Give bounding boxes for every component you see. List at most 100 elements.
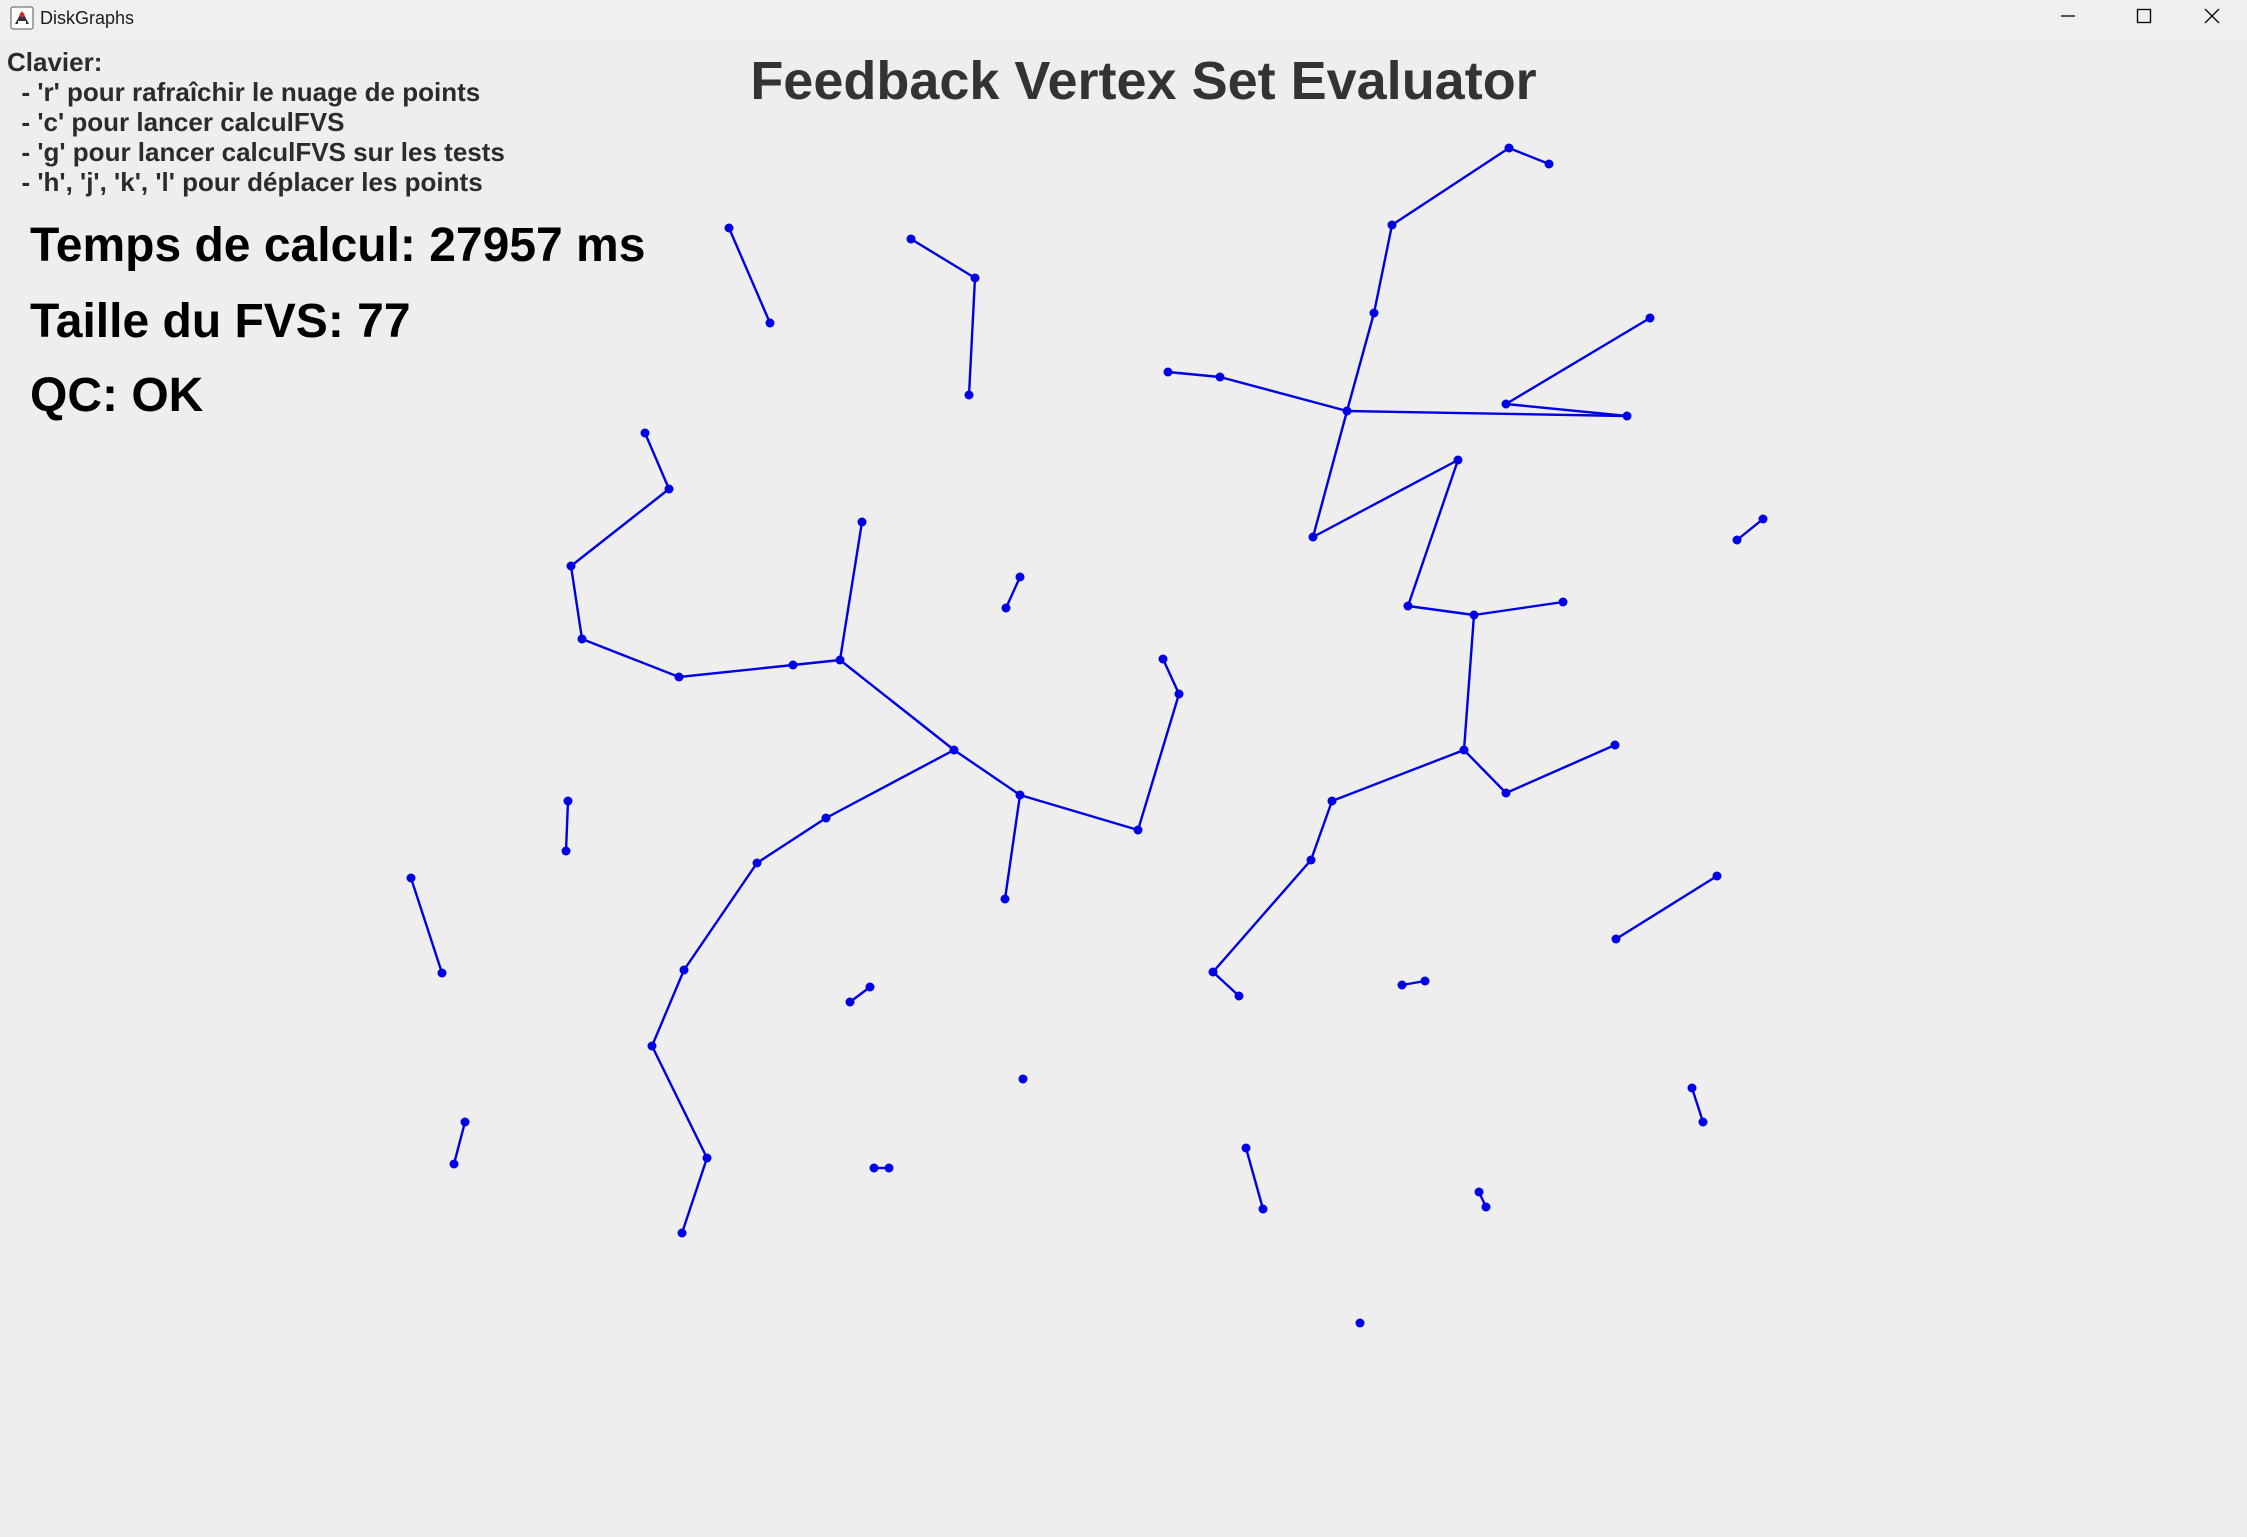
- graph-vertex: [563, 796, 573, 806]
- graph-vertex: [835, 655, 845, 665]
- graph-vertex: [449, 1159, 459, 1169]
- graph-vertex: [752, 858, 762, 868]
- graph-edge: [910, 237, 976, 280]
- graph-edge: [825, 748, 955, 820]
- window-title: DiskGraphs: [40, 8, 135, 28]
- graph-edge: [792, 658, 841, 667]
- graph-vertex: [1459, 745, 1469, 755]
- graph-vertex: [865, 982, 875, 992]
- maximize-button[interactable]: [2110, 0, 2178, 37]
- graph-edge: [1372, 224, 1394, 314]
- graph-vertex: [1469, 610, 1479, 620]
- graph-vertex: [884, 1163, 894, 1173]
- graph-vertex: [1622, 411, 1632, 421]
- graph-vertex: [1133, 825, 1143, 835]
- graph-edge: [1615, 874, 1718, 941]
- graph-vertex: [1758, 514, 1768, 524]
- graph-edge: [1505, 743, 1616, 795]
- graph-vertex: [970, 273, 980, 283]
- minimize-button[interactable]: [2034, 0, 2102, 37]
- graph-vertex: [1732, 535, 1742, 545]
- graph-vertex: [1327, 796, 1337, 806]
- graph-vertex: [857, 517, 867, 527]
- graph-edge: [839, 659, 955, 751]
- graph-vertex: [1611, 934, 1621, 944]
- graph-vertex: [1208, 967, 1218, 977]
- graph-edge: [678, 663, 794, 679]
- java-duke-icon: [10, 6, 34, 30]
- graph-vertex: [1215, 372, 1225, 382]
- graph-edge: [1463, 749, 1507, 794]
- graph-edge: [569, 565, 584, 640]
- graph-edge: [581, 637, 680, 679]
- graph-vertex: [460, 1117, 470, 1127]
- graph-vertex: [1000, 894, 1010, 904]
- graph-vertex: [1544, 159, 1554, 169]
- graph-edge: [1212, 859, 1312, 973]
- graph-edge: [570, 488, 670, 567]
- minimize-icon: [2058, 6, 2078, 31]
- graph-edge: [1161, 658, 1181, 695]
- graph-vertex: [679, 965, 689, 975]
- graph-vertex: [1234, 991, 1244, 1001]
- graph-edge: [1019, 793, 1139, 832]
- graph-edge: [564, 800, 570, 852]
- graph-vertex: [821, 813, 831, 823]
- graph-vertex: [1453, 455, 1463, 465]
- graph-vertex: [949, 745, 959, 755]
- keyboard-help-line: - 'h', 'j', 'k', 'l' pour déplacer les p…: [7, 167, 483, 197]
- graph-edge: [1736, 518, 1764, 541]
- graph-edge: [650, 1045, 709, 1159]
- graph-vertex: [406, 873, 416, 883]
- graph-edge: [683, 862, 758, 971]
- graph-vertex: [1501, 788, 1511, 798]
- graph-edge: [1244, 1147, 1265, 1210]
- graph-edge: [967, 277, 977, 396]
- graph-vertex: [1308, 532, 1318, 542]
- graph-vertex: [1001, 603, 1011, 613]
- graph-vertex: [1501, 399, 1511, 409]
- graph-vertex: [1018, 1074, 1028, 1084]
- graph-vertex: [1420, 976, 1430, 986]
- graph-edge: [1473, 600, 1564, 617]
- graph-vertex: [1369, 308, 1379, 318]
- graph-edge: [1309, 800, 1334, 861]
- graph-vertex: [1015, 790, 1025, 800]
- graph-vertex: [845, 997, 855, 1007]
- graph-vertex: [577, 634, 587, 644]
- graph-edge: [1136, 693, 1181, 831]
- graph-vertex: [1241, 1143, 1251, 1153]
- graph-vertex: [1698, 1117, 1708, 1127]
- graph-vertex: [1015, 572, 1025, 582]
- graph-edge: [1508, 146, 1550, 166]
- computation-time: Temps de calcul: 27957 ms: [30, 219, 646, 272]
- graph-vertex: [566, 561, 576, 571]
- graph-edge: [1311, 410, 1349, 538]
- graph-edge: [838, 521, 864, 661]
- graph-edge: [1345, 312, 1376, 412]
- graph-vertex: [1712, 871, 1722, 881]
- graph-vertex: [964, 390, 974, 400]
- close-button[interactable]: [2178, 0, 2246, 37]
- graph-edge: [1003, 794, 1022, 900]
- graph-vertex: [1403, 601, 1413, 611]
- close-icon: [2202, 6, 2222, 31]
- graph-vertex: [724, 223, 734, 233]
- graph-vertex: [647, 1041, 657, 1051]
- graph-vertex: [640, 428, 650, 438]
- graph-edge: [452, 1121, 467, 1165]
- graph-vertex: [674, 672, 684, 682]
- graph-vertex: [765, 318, 775, 328]
- graph-edge: [1505, 316, 1651, 406]
- graph-edge: [727, 227, 772, 324]
- graph-vertex: [1174, 689, 1184, 699]
- graph-vertex: [1481, 1202, 1491, 1212]
- graph-edge: [409, 877, 444, 974]
- graph-vertex: [664, 484, 674, 494]
- qc-status: QC: OK: [30, 369, 204, 422]
- graph-edge: [643, 432, 671, 490]
- graph-edge: [1407, 604, 1475, 617]
- graph-vertex: [677, 1228, 687, 1238]
- graph-vertex: [1504, 143, 1514, 153]
- graph-vertex: [1387, 220, 1397, 230]
